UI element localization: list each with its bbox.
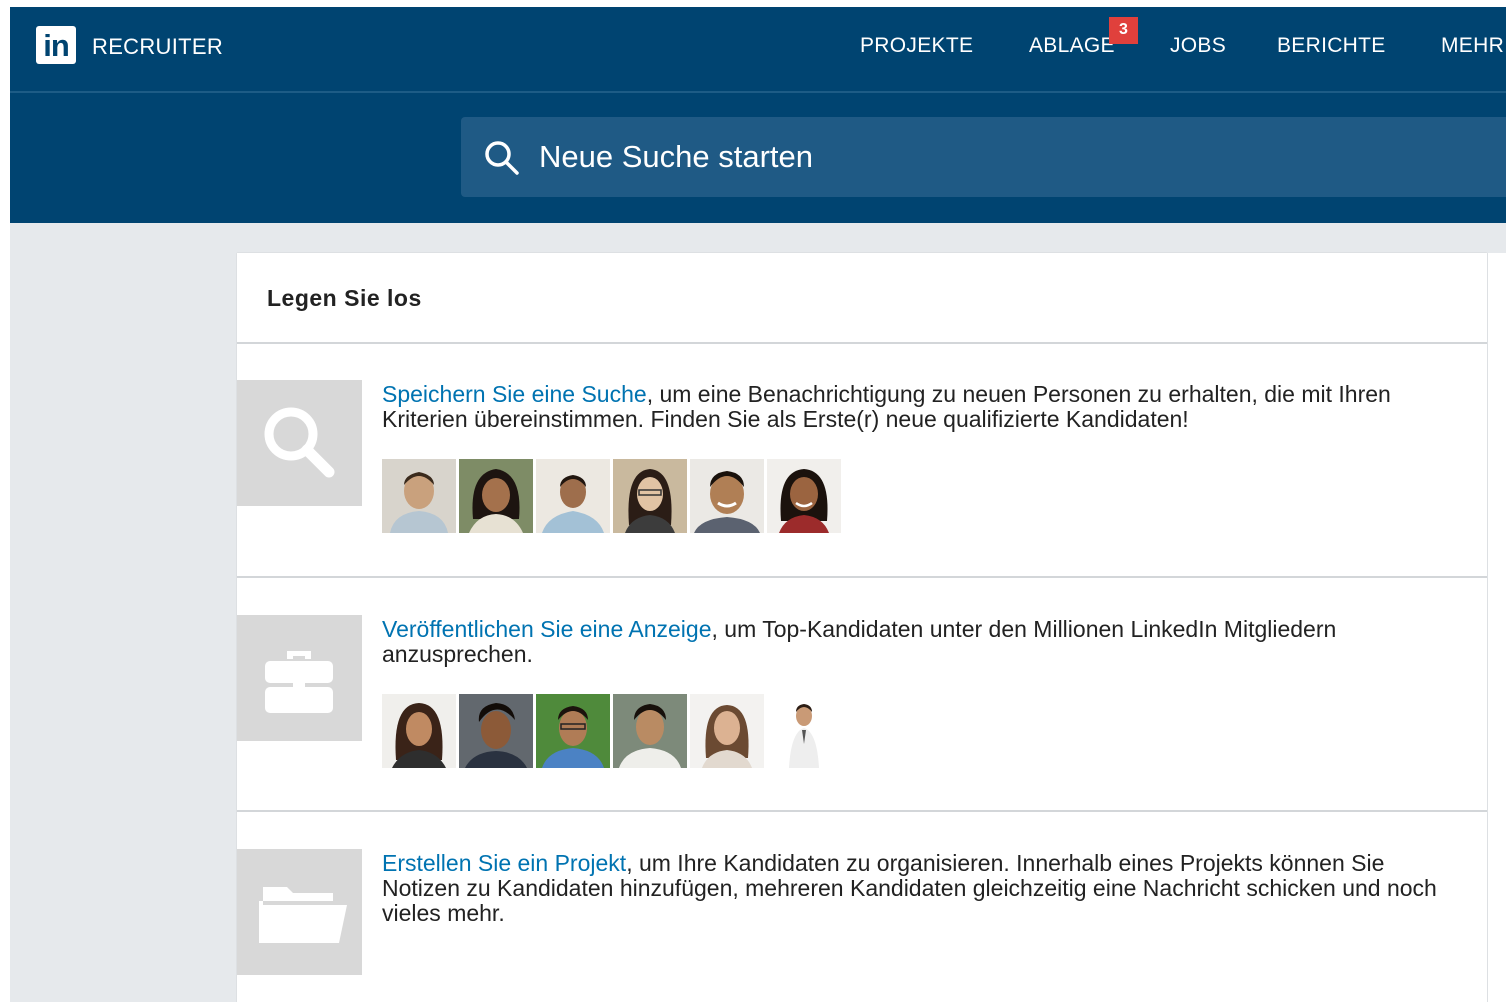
search-band: Neue Suche starten bbox=[10, 93, 1506, 223]
list-item-post-job: Veröffentlichen Sie eine Anzeige, um Top… bbox=[237, 579, 1487, 811]
nav-item-ablage[interactable]: ABLAGE bbox=[1029, 34, 1115, 58]
nav-item-projekte[interactable]: PROJEKTE bbox=[860, 34, 973, 58]
notification-badge: 3 bbox=[1109, 17, 1138, 44]
list-item-save-search: Speichern Sie eine Suche, um eine Benach… bbox=[237, 344, 1487, 576]
folder-icon bbox=[259, 887, 347, 943]
create-project-link[interactable]: Erstellen Sie ein Projekt bbox=[382, 850, 626, 876]
avatar bbox=[613, 459, 687, 533]
nav-item-mehr[interactable]: MEHR bbox=[1441, 34, 1504, 58]
getting-started-card: Legen Sie los Speichern Sie eine Suche, … bbox=[237, 253, 1487, 1002]
item-description: Veröffentlichen Sie eine Anzeige, um Top… bbox=[382, 617, 1462, 667]
save-search-link[interactable]: Speichern Sie eine Suche bbox=[382, 381, 647, 407]
list-item-create-project: Erstellen Sie ein Projekt, um Ihre Kandi… bbox=[237, 813, 1487, 1002]
search-input[interactable]: Neue Suche starten bbox=[461, 117, 1506, 197]
avatar bbox=[536, 459, 610, 533]
divider bbox=[237, 576, 1487, 578]
top-nav-bar: in RECRUITER PROJEKTE ABLAGE JOBS BERICH… bbox=[10, 7, 1506, 93]
item-description: Erstellen Sie ein Projekt, um Ihre Kandi… bbox=[382, 851, 1462, 926]
app-frame: in RECRUITER PROJEKTE ABLAGE JOBS BERICH… bbox=[10, 7, 1506, 1002]
avatar bbox=[613, 694, 687, 768]
folder-icon-tile bbox=[237, 849, 362, 975]
avatar bbox=[459, 459, 533, 533]
avatar bbox=[536, 694, 610, 768]
nav-item-jobs[interactable]: JOBS bbox=[1170, 34, 1226, 58]
avatar bbox=[767, 694, 841, 768]
divider bbox=[237, 810, 1487, 812]
search-icon bbox=[264, 407, 335, 478]
avatar bbox=[767, 459, 841, 533]
avatar bbox=[690, 459, 764, 533]
main-nav: PROJEKTE ABLAGE JOBS BERICHTE MEHR bbox=[10, 34, 1506, 64]
post-job-link[interactable]: Veröffentlichen Sie eine Anzeige bbox=[382, 616, 712, 642]
avatar bbox=[382, 459, 456, 533]
search-placeholder: Neue Suche starten bbox=[539, 139, 814, 174]
briefcase-icon-tile bbox=[237, 615, 362, 741]
avatar bbox=[690, 694, 764, 768]
right-column bbox=[1488, 253, 1506, 1002]
briefcase-icon bbox=[265, 651, 333, 713]
card-title: Legen Sie los bbox=[267, 285, 422, 311]
avatar bbox=[382, 694, 456, 768]
search-icon-tile bbox=[237, 380, 362, 506]
nav-item-berichte[interactable]: BERICHTE bbox=[1277, 34, 1386, 58]
avatar bbox=[459, 694, 533, 768]
search-icon bbox=[485, 141, 519, 175]
item-description: Speichern Sie eine Suche, um eine Benach… bbox=[382, 382, 1462, 432]
